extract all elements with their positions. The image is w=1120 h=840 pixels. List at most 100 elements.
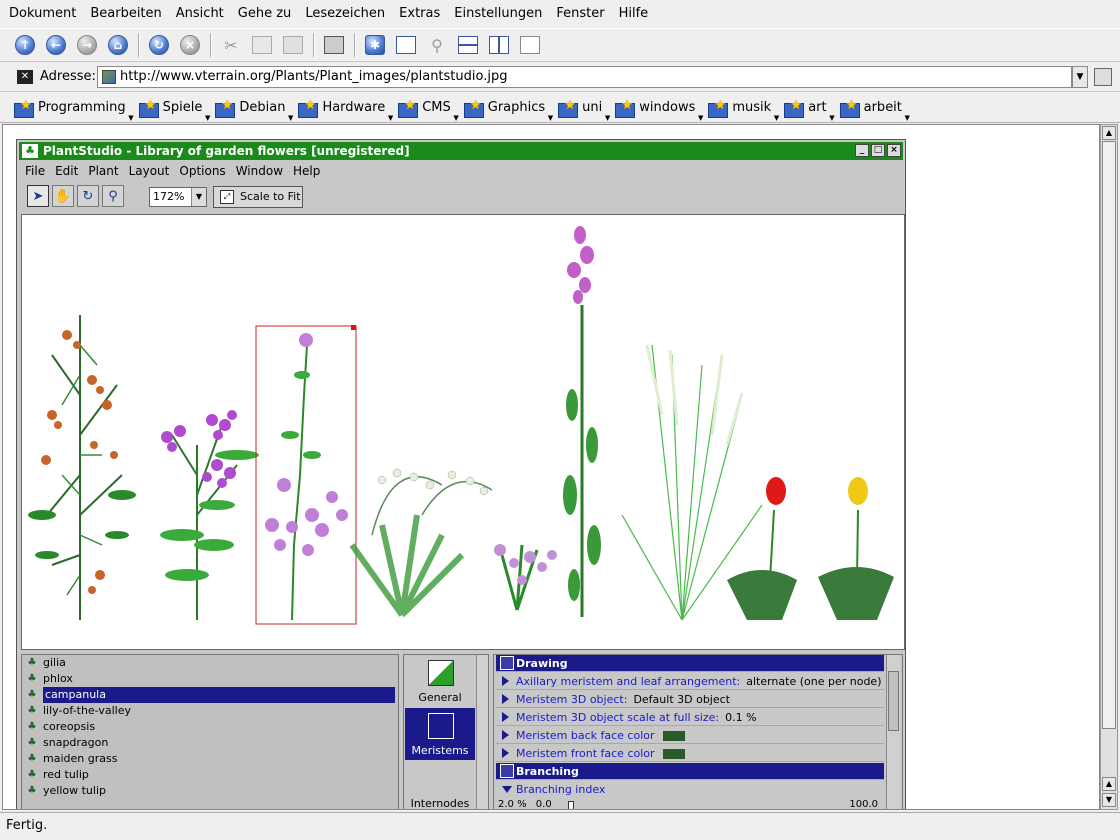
panel-scrollbar[interactable] [886,655,900,809]
rotate-tool[interactable]: ↻ [77,185,99,207]
settings-button[interactable]: ✱ [362,32,388,58]
plant-canvas[interactable] [21,214,905,650]
chevron-down-icon: ▼ [128,113,134,122]
list-item-selected[interactable]: ♣ campanula [22,687,396,703]
list-item[interactable]: ♣ yellow tulip [22,783,396,799]
menu-einstellungen[interactable]: Einstellungen [447,6,549,21]
ps-menu-plant[interactable]: Plant [88,164,118,178]
scroll-down-icon[interactable]: ▼ [1102,793,1116,807]
split-vertical-button[interactable] [486,32,512,58]
cut-button[interactable]: ✂ [218,32,244,58]
prop-back-color[interactable]: Meristem back face color [496,727,884,744]
bookmark-windows[interactable]: windows▼ [615,98,703,122]
ps-menu-help[interactable]: Help [293,164,320,178]
select-tool[interactable]: ➤ [27,185,49,207]
drag-tool[interactable]: ✋ [52,185,74,207]
minimize-icon[interactable]: _ [855,144,869,157]
page-scrollbar[interactable]: ▲ ▲ ▼ [1100,124,1118,810]
prop-leaf-arrangement[interactable]: Axillary meristem and leaf arrangement: a… [496,673,884,690]
ps-menu-window[interactable]: Window [236,164,283,178]
chevron-down-icon[interactable]: ▼ [191,188,206,206]
bookmark-musik[interactable]: musik▼ [708,98,779,122]
print-button[interactable] [321,32,347,58]
clear-address-icon[interactable]: ✕ [17,70,33,84]
list-item[interactable]: ♣ phlox [22,671,396,687]
split-horizontal-button[interactable] [455,32,481,58]
prop-label: Meristem 3D object scale at full size: [516,711,720,724]
menu-hilfe[interactable]: Hilfe [612,6,656,21]
tab-meristems[interactable]: Meristems [405,708,475,760]
zoom-tool[interactable]: ⚲ [102,185,124,207]
go-button[interactable] [1094,68,1112,86]
back-arrow-button[interactable]: ← [43,32,69,58]
maximize-icon[interactable]: □ [871,144,885,157]
section-branching[interactable]: Branching [496,763,884,780]
menu-lesezeichen[interactable]: Lesezeichen [298,6,392,21]
menu-extras[interactable]: Extras [392,6,447,21]
prop-3d-scale[interactable]: Meristem 3D object scale at full size: 0.… [496,709,884,726]
window-icon [520,36,540,54]
menu-fenster[interactable]: Fenster [549,6,611,21]
bookmark-debian[interactable]: Debian▼ [215,98,293,122]
url-input[interactable]: http://www.vterrain.org/Plants/Plant_ima… [97,66,1072,88]
single-view-button[interactable] [517,32,543,58]
list-item[interactable]: ♣ lily-of-the-valley [22,703,396,719]
menu-bearbeiten[interactable]: Bearbeiten [83,6,168,21]
list-item[interactable]: ♣ snapdragon [22,735,396,751]
list-item[interactable]: ♣ red tulip [22,767,396,783]
tabs-scrollbar[interactable] [476,655,488,809]
prop-label: Meristem back face color [516,729,655,742]
collapse-icon [502,786,512,793]
chevron-down-icon: ▼ [547,113,554,122]
scrollbar-thumb[interactable] [888,671,899,731]
ps-menu-layout[interactable]: Layout [129,164,170,178]
list-item[interactable]: ♣ coreopsis [22,719,396,735]
color-swatch[interactable] [662,731,685,741]
find-button[interactable]: ⚲ [424,32,450,58]
prop-front-color[interactable]: Meristem front face color [496,745,884,762]
forward-button[interactable]: → [74,32,100,58]
view-source-button[interactable] [393,32,419,58]
menu-ansicht[interactable]: Ansicht [169,6,231,21]
scale-to-fit-button[interactable]: ⤢ Scale to Fit [213,186,303,208]
prop-value: alternate (one per node) [746,675,882,688]
bookmark-uni[interactable]: uni▼ [558,98,610,122]
prop-3d-object[interactable]: Meristem 3D object: Default 3D object [496,691,884,708]
home-button[interactable]: ⌂ [105,32,131,58]
ps-menu-file[interactable]: File [25,164,45,178]
ps-menu-options[interactable]: Options [179,164,225,178]
tab-general[interactable]: General [405,655,475,707]
split-vertical-icon [489,36,509,54]
back-button[interactable]: ↑ [12,32,38,58]
slider-thumb[interactable] [568,801,574,809]
rotate-icon: ↻ [82,188,94,204]
plant-phlox [160,410,259,620]
bookmark-arbeit[interactable]: arbeit▼ [839,98,910,122]
bookmark-cms[interactable]: CMS▼ [398,98,459,122]
stop-button[interactable]: × [177,32,203,58]
list-item[interactable]: ♣ maiden grass [22,751,396,767]
scrollbar-thumb[interactable] [1102,141,1116,729]
scroll-up-icon[interactable]: ▲ [1102,126,1116,140]
list-item[interactable]: ♣ gilia [22,655,396,671]
reload-button[interactable]: ↻ [146,32,172,58]
menu-gehe-zu[interactable]: Gehe zu [231,6,299,21]
menu-dokument[interactable]: Dokument [2,6,83,21]
scroll-up-icon[interactable]: ▲ [1102,777,1116,791]
copy-button[interactable] [249,32,275,58]
close-icon[interactable]: × [887,144,901,157]
paste-button[interactable] [280,32,306,58]
bookmark-programming[interactable]: Programming▼ [14,98,134,122]
tab-internodes[interactable]: Internodes [405,761,475,809]
bookmark-art[interactable]: art▼ [784,98,835,122]
url-dropdown-button[interactable]: ▼ [1072,66,1088,88]
section-drawing[interactable]: Drawing [496,655,884,672]
bookmark-spiele[interactable]: Spiele▼ [138,98,210,122]
bookmark-hardware[interactable]: Hardware▼ [298,98,393,122]
expand-icon [502,712,509,722]
ps-menu-edit[interactable]: Edit [55,164,78,178]
color-swatch[interactable] [662,749,685,759]
bookmark-graphics[interactable]: Graphics▼ [463,98,553,122]
arrow-right-icon: → [77,35,97,55]
prop-branching-index[interactable]: Branching index [496,781,884,798]
